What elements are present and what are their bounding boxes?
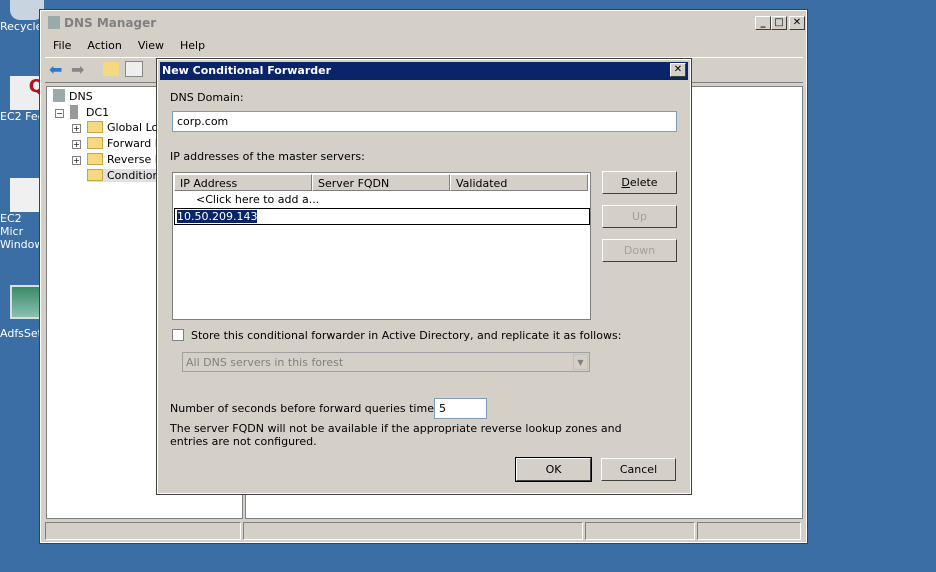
folder-icon xyxy=(87,153,103,165)
folder-icon xyxy=(87,169,103,181)
maximize-button[interactable]: □ xyxy=(771,16,787,30)
adfs-setup-icon xyxy=(10,285,44,319)
down-button[interactable]: Down xyxy=(602,239,677,262)
fqdn-note: The server FQDN will not be available if… xyxy=(170,422,622,448)
close-button[interactable]: ✕ xyxy=(789,16,805,30)
timeout-input[interactable]: 5 xyxy=(434,398,487,419)
desktop-icon-ec2-feedback[interactable]: QEC2 Feed xyxy=(0,76,44,123)
expand-icon[interactable]: + xyxy=(72,140,81,149)
cancel-button[interactable]: Cancel xyxy=(601,458,676,481)
folder-icon xyxy=(87,137,103,149)
dns-domain-label: DNS Domain: xyxy=(170,91,244,104)
menu-help[interactable]: Help xyxy=(172,36,213,54)
ip-addresses-label: IP addresses of the master servers: xyxy=(170,150,365,163)
log-folder-icon xyxy=(87,121,103,133)
new-conditional-forwarder-dialog: New Conditional Forwarder ✕ DNS Domain: … xyxy=(156,58,692,495)
desktop-icon-recycle-bin[interactable]: Recycle xyxy=(0,0,44,33)
ec2-box-icon xyxy=(10,178,44,212)
tree-node-dns[interactable]: DNS xyxy=(53,89,93,103)
replication-scope-select[interactable]: All DNS servers in this forest ▼ xyxy=(182,352,590,372)
store-in-ad-label: Store this conditional forwarder in Acti… xyxy=(191,329,622,342)
store-in-ad-checkbox[interactable] xyxy=(172,329,184,341)
menu-action[interactable]: Action xyxy=(79,36,129,54)
dialog-title-bar[interactable]: New Conditional Forwarder ✕ xyxy=(160,62,688,80)
menu-file[interactable]: File xyxy=(45,36,79,54)
collapse-icon[interactable]: − xyxy=(55,109,64,118)
server-icon xyxy=(70,105,78,119)
recycle-bin-icon xyxy=(10,0,44,20)
forward-arrow-icon[interactable]: ➡ xyxy=(71,60,84,79)
minimize-button[interactable]: _ xyxy=(755,16,771,30)
expand-icon[interactable]: + xyxy=(72,156,81,165)
desktop-icon-adfssetup[interactable]: AdfsSetu xyxy=(0,285,44,340)
dns-domain-input[interactable]: corp.com xyxy=(172,111,677,132)
tree-node-dc1[interactable]: − DC1 xyxy=(55,105,109,119)
column-validated[interactable]: Validated xyxy=(450,174,588,191)
desktop-icon-ec2-windows[interactable]: EC2 Micr Windows xyxy=(0,178,44,251)
dns-icon xyxy=(48,16,60,29)
up-button[interactable]: Up xyxy=(602,205,677,228)
status-bar xyxy=(45,522,803,540)
delete-button[interactable]: Delete xyxy=(602,171,677,194)
add-server-row[interactable]: <Click here to add a... xyxy=(196,193,319,206)
ec2-feedback-icon: Q xyxy=(10,76,44,110)
menu-view[interactable]: View xyxy=(130,36,172,54)
ip-entry-row[interactable]: 10.50.209.143 xyxy=(174,208,590,225)
window-title-bar[interactable]: DNS Manager _ □ ✕ xyxy=(44,14,805,32)
timeout-label: Number of seconds before forward queries… xyxy=(170,402,460,415)
ok-button[interactable]: OK xyxy=(515,457,592,482)
menu-bar: File Action View Help xyxy=(45,36,213,54)
column-ip-address[interactable]: IP Address xyxy=(174,174,312,191)
window-title: DNS Manager xyxy=(64,16,157,30)
master-servers-list[interactable]: IP Address Server FQDN Validated <Click … xyxy=(172,172,591,320)
chevron-down-icon[interactable]: ▼ xyxy=(573,354,588,370)
show-hide-tree-icon[interactable] xyxy=(125,61,143,77)
dialog-close-button[interactable]: ✕ xyxy=(670,63,686,77)
column-server-fqdn[interactable]: Server FQDN xyxy=(312,174,450,191)
ip-entry-input[interactable]: 10.50.209.143 xyxy=(177,210,258,223)
back-arrow-icon[interactable]: ⬅ xyxy=(49,60,62,79)
dns-icon xyxy=(53,89,65,102)
up-folder-icon[interactable] xyxy=(103,62,119,76)
expand-icon[interactable]: + xyxy=(72,124,81,133)
